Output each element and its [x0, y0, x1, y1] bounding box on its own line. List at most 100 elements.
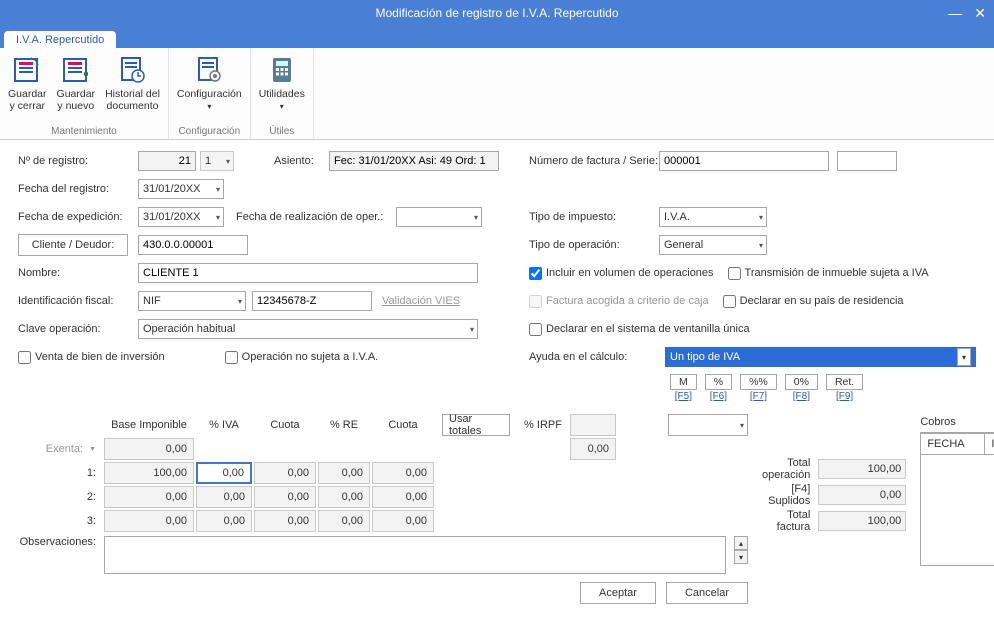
total-fac-value: 100,00 — [818, 511, 906, 531]
r3-cuota2[interactable]: 0,00 — [372, 510, 434, 532]
dialog-buttons: Aceptar Cancelar — [18, 574, 748, 612]
chk-pais-residencia[interactable]: Declarar en su país de residencia — [723, 295, 904, 308]
r2-cuota2[interactable]: 0,00 — [372, 486, 434, 508]
totals-panel: Total operación100,00 [F4] Suplidos0,00 … — [762, 458, 906, 612]
r1-pct-iva[interactable]: 0,00 — [196, 462, 252, 484]
fecha-exp-dropdown[interactable]: 31/01/20XX — [138, 207, 224, 227]
nreg-input[interactable] — [138, 151, 196, 171]
minimize-button[interactable]: — — [948, 5, 962, 21]
irpf-amount[interactable]: 0,00 — [570, 438, 616, 460]
close-button[interactable]: ✕ — [974, 5, 986, 22]
dropdown-icon: ▾ — [207, 102, 211, 111]
serie-input[interactable] — [837, 151, 897, 171]
exenta-base[interactable]: 0,00 — [104, 438, 194, 460]
obs-up-button[interactable]: ▴ — [734, 536, 748, 550]
ribbon-group-label: Mantenimiento — [51, 126, 117, 137]
observaciones-input[interactable] — [104, 536, 726, 574]
nombre-input[interactable] — [138, 263, 478, 283]
r1-re[interactable]: 0,00 — [318, 462, 370, 484]
calc-m-button[interactable]: M — [670, 374, 697, 390]
ribbon-group-utils: Utilidades ▾ Útiles — [251, 48, 314, 139]
clave-label: Clave operación: — [18, 323, 138, 335]
accept-button[interactable]: Aceptar — [580, 582, 656, 604]
chk-ventanilla[interactable]: Declarar en el sistema de ventanilla úni… — [529, 323, 750, 336]
total-op-value: 100,00 — [818, 459, 906, 479]
cancel-button[interactable]: Cancelar — [666, 582, 748, 604]
fecha-exp-label: Fecha de expedición: — [18, 211, 138, 223]
numfac-input[interactable] — [659, 151, 829, 171]
cobros-panel-wrapper: Cobros 🗎+ 🗎 🗎 FECHA IMPORTE E — [920, 414, 994, 612]
calc-0pct-button[interactable]: 0% — [785, 374, 818, 390]
calc-pctpct-button[interactable]: %% — [740, 374, 777, 390]
tab-iva-repercutido[interactable]: I.V.A. Repercutido — [4, 31, 116, 49]
ribbon-group-label: Configuración — [178, 126, 240, 137]
iva-grid-header: Base Imponible % IVA Cuota % RE Cuota Us… — [18, 414, 748, 436]
r2-pct-iva[interactable]: 0,00 — [196, 486, 252, 508]
nreg-label: Nº de registro: — [18, 155, 138, 167]
col-cuota2: Cuota — [372, 414, 434, 436]
cliente-input[interactable] — [138, 235, 248, 255]
history-label: Historial del documento — [105, 88, 160, 112]
config-icon — [193, 54, 225, 86]
ayuda-label: Ayuda en el cálculo: — [529, 351, 659, 363]
asiento-input[interactable] — [329, 151, 499, 171]
nreg-sub-dropdown[interactable]: 1 — [200, 151, 234, 171]
col-cuota: Cuota — [254, 414, 316, 436]
title-bar: Modificación de registro de I.V.A. Reper… — [0, 0, 994, 26]
r2-cuota[interactable]: 0,00 — [254, 486, 316, 508]
ayuda-dropdown[interactable]: Un tipo de IVA▾ — [665, 347, 976, 367]
obs-label: Observaciones: — [18, 536, 96, 548]
chk-no-sujeta[interactable]: Operación no sujeta a I.V.A. — [225, 351, 379, 364]
total-op-label: Total operación — [762, 457, 818, 481]
calc-pct-button[interactable]: % — [705, 374, 732, 390]
col-irpf: % IRPF — [518, 414, 568, 436]
chk-transmision[interactable]: Transmisión de inmueble sujeta a IVA — [728, 267, 929, 280]
exenta-dropdown-icon[interactable]: ▼ — [89, 446, 96, 453]
save-new-icon — [60, 54, 92, 86]
clave-dropdown[interactable]: Operación habitual — [138, 319, 478, 339]
chk-incluir-volumen[interactable]: Incluir en volumen de operaciones — [529, 267, 714, 280]
history-button[interactable]: Historial del documento — [105, 54, 160, 112]
utilities-button[interactable]: Utilidades ▾ — [259, 54, 305, 111]
idfiscal-num-input[interactable] — [252, 291, 372, 311]
r1-cuota[interactable]: 0,00 — [254, 462, 316, 484]
save-close-button[interactable]: Guardar y cerrar — [8, 54, 47, 112]
r1-base[interactable]: 100,00 — [104, 462, 194, 484]
calc-ret-button[interactable]: Ret. — [826, 374, 863, 390]
config-button[interactable]: Configuración ▾ — [177, 54, 242, 111]
tipoimp-dropdown[interactable]: I.V.A. — [659, 207, 767, 227]
obs-down-button[interactable]: ▾ — [734, 550, 748, 564]
save-close-icon — [11, 54, 43, 86]
chk-criterio-caja: Factura acogida a criterio de caja — [529, 295, 709, 308]
suplidos-label: [F4] Suplidos — [762, 483, 818, 507]
chk-venta-inversion[interactable]: Venta de bien de inversión — [18, 351, 165, 364]
r3-re[interactable]: 0,00 — [318, 510, 370, 532]
r3-pct-iva[interactable]: 0,00 — [196, 510, 252, 532]
save-new-button[interactable]: Guardar y nuevo — [57, 54, 96, 112]
r2-base[interactable]: 0,00 — [104, 486, 194, 508]
fecha-reg-label: Fecha del registro: — [18, 183, 138, 195]
cobros-col-importe[interactable]: IMPORTE — [985, 434, 994, 454]
fecha-reg-dropdown[interactable]: 31/01/20XX — [138, 179, 224, 199]
r2-re[interactable]: 0,00 — [318, 486, 370, 508]
suplidos-value[interactable]: 0,00 — [818, 485, 906, 505]
irpf-pct-input[interactable] — [570, 414, 616, 436]
tipoop-dropdown[interactable]: General — [659, 235, 767, 255]
cobros-col-fecha[interactable]: FECHA — [921, 434, 985, 454]
dropdown-icon: ▾ — [280, 102, 284, 111]
extra-dropdown[interactable] — [668, 414, 748, 436]
usar-totales-button[interactable]: Usar totales — [442, 414, 510, 436]
cobros-title: Cobros — [920, 416, 955, 428]
cobros-body[interactable] — [921, 455, 994, 565]
dropdown-arrow-icon: ▾ — [957, 348, 971, 366]
window-controls: — ✕ — [948, 0, 986, 26]
idfiscal-type-dropdown[interactable]: NIF — [138, 291, 246, 311]
r3-base[interactable]: 0,00 — [104, 510, 194, 532]
asiento-label: Asiento: — [274, 155, 329, 167]
cliente-button[interactable]: Cliente / Deudor: — [18, 234, 128, 256]
r3-cuota[interactable]: 0,00 — [254, 510, 316, 532]
ribbon: Guardar y cerrar Guardar y nuevo Histori… — [0, 48, 994, 140]
fecha-oper-dropdown[interactable] — [396, 207, 482, 227]
r1-cuota2[interactable]: 0,00 — [372, 462, 434, 484]
vies-link[interactable]: Validación VIES — [382, 295, 460, 307]
